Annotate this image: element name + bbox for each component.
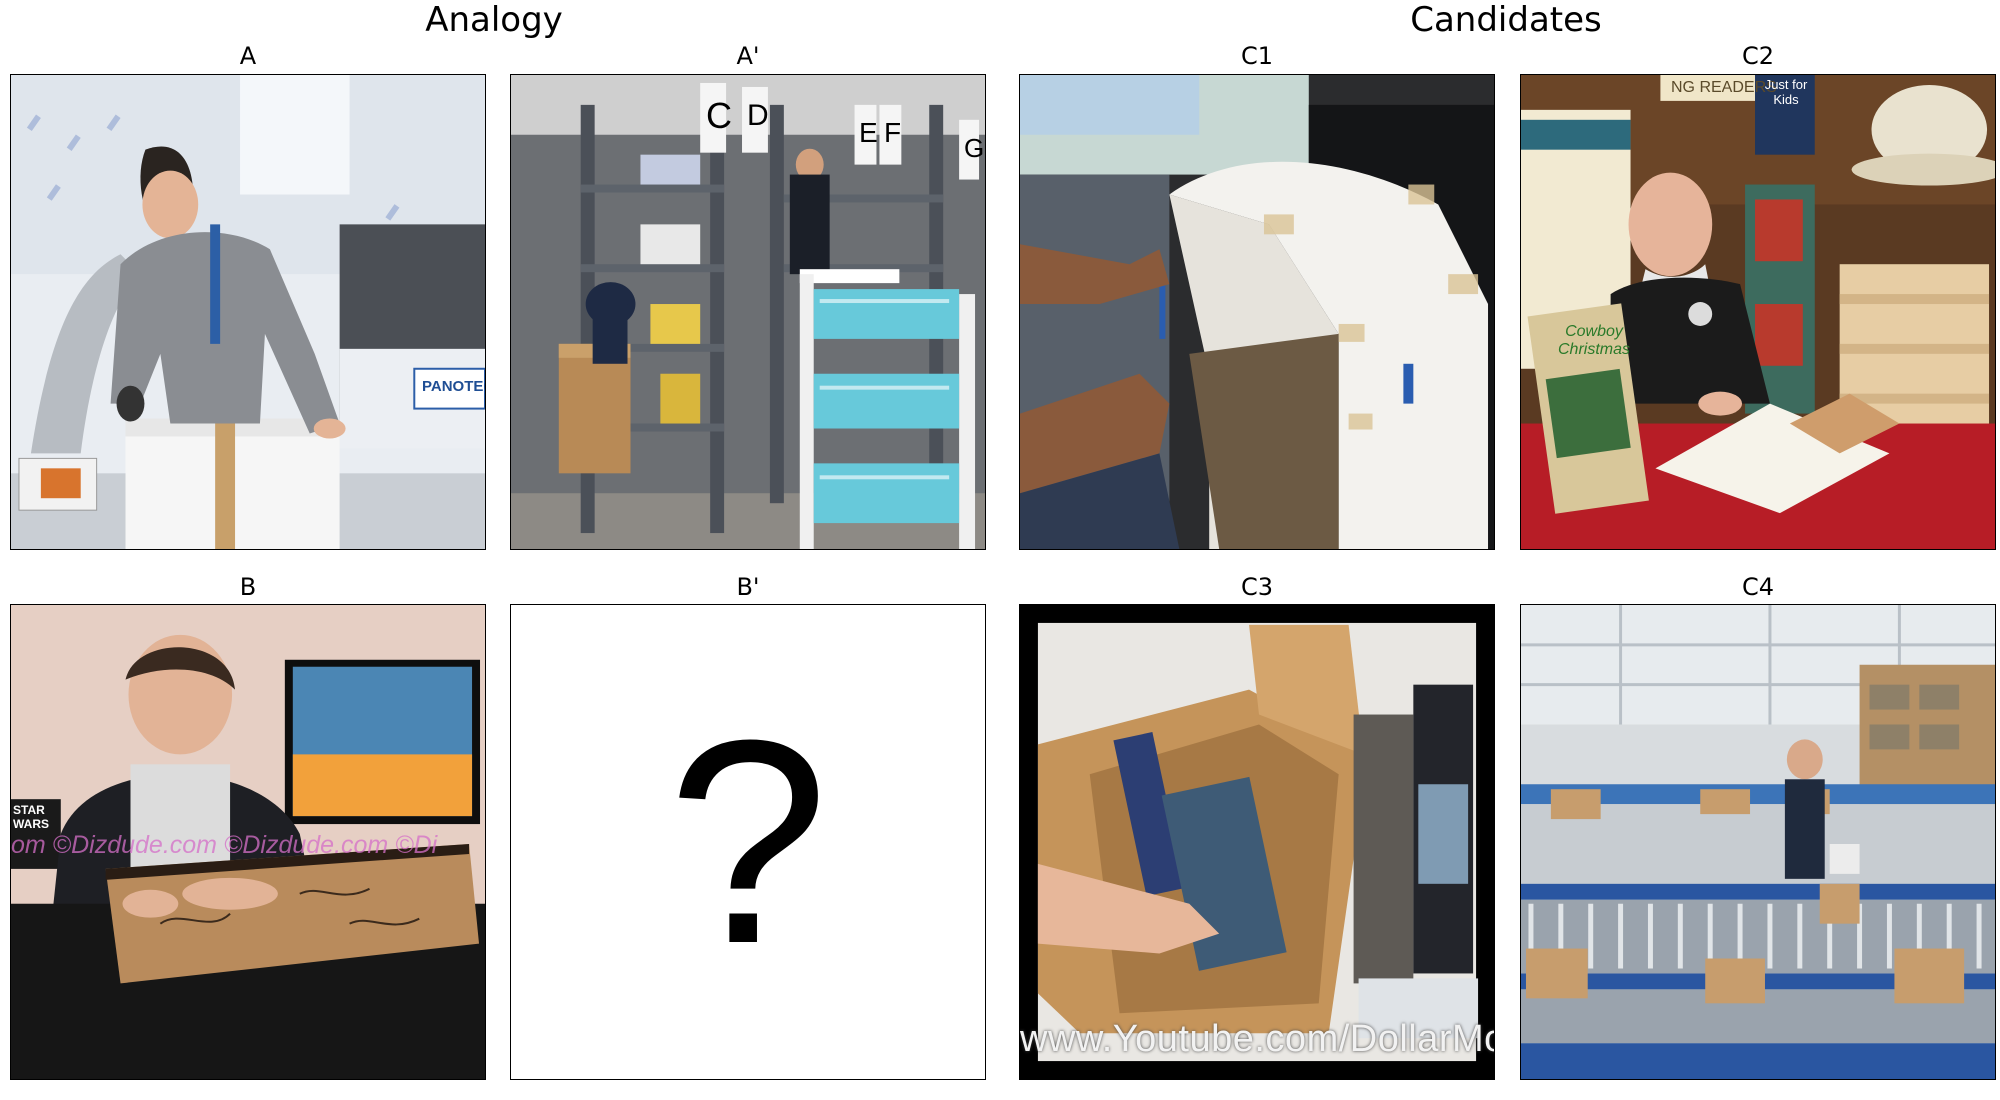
panel-label-c3: C3 bbox=[1240, 573, 1274, 601]
cowboy-christmas-cover-text: Cowboy Christmas bbox=[1557, 323, 1630, 358]
shelf-letter-d: D bbox=[747, 99, 769, 132]
panel-c1-image bbox=[1019, 74, 1495, 550]
panel-label-b: B bbox=[239, 573, 257, 601]
panel-a-image: PANOTEC bbox=[10, 74, 486, 550]
shelf-letter-f: F bbox=[884, 117, 902, 148]
panel-label-c4: C4 bbox=[1741, 573, 1775, 601]
star-wars-sign-text: STAR WARS bbox=[13, 803, 49, 832]
analogy-heading: Analogy bbox=[425, 0, 563, 40]
panel-a-prime-image: C D E F G bbox=[510, 74, 986, 550]
shelf-letter-c: C bbox=[706, 95, 732, 136]
panel-c2-image: NG READERS Just for Kids Cowboy Christma… bbox=[1520, 74, 1996, 550]
youtube-dollarmoves-watermark: www.Youtube.com/DollarMoves bbox=[1020, 1018, 1494, 1060]
panel-c4-image bbox=[1520, 604, 1996, 1080]
shelf-letter-g: G bbox=[964, 133, 985, 163]
panel-label-c1: C1 bbox=[1240, 42, 1274, 70]
panel-label-a: A bbox=[239, 42, 257, 70]
panotec-sign-text: PANOTEC bbox=[422, 378, 485, 395]
panel-b-image: STAR WARS om ©Dizdude.com ©Dizdude.com ©… bbox=[10, 604, 486, 1080]
question-mark-icon: ? bbox=[667, 680, 829, 1004]
just-for-kids-banner-text: Just for Kids bbox=[1764, 77, 1808, 107]
panel-label-c2: C2 bbox=[1741, 42, 1775, 70]
shelf-letter-e: E bbox=[859, 117, 878, 148]
panel-c3-image: www.Youtube.com/DollarMoves bbox=[1019, 604, 1495, 1080]
panel-label-a-prime: A' bbox=[736, 42, 760, 70]
panel-b-prime-placeholder: ? bbox=[510, 604, 986, 1080]
panel-label-b-prime: B' bbox=[736, 573, 760, 601]
candidates-heading: Candidates bbox=[1410, 0, 1602, 40]
dizdude-watermark: om ©Dizdude.com ©Dizdude.com ©Di bbox=[11, 831, 438, 859]
